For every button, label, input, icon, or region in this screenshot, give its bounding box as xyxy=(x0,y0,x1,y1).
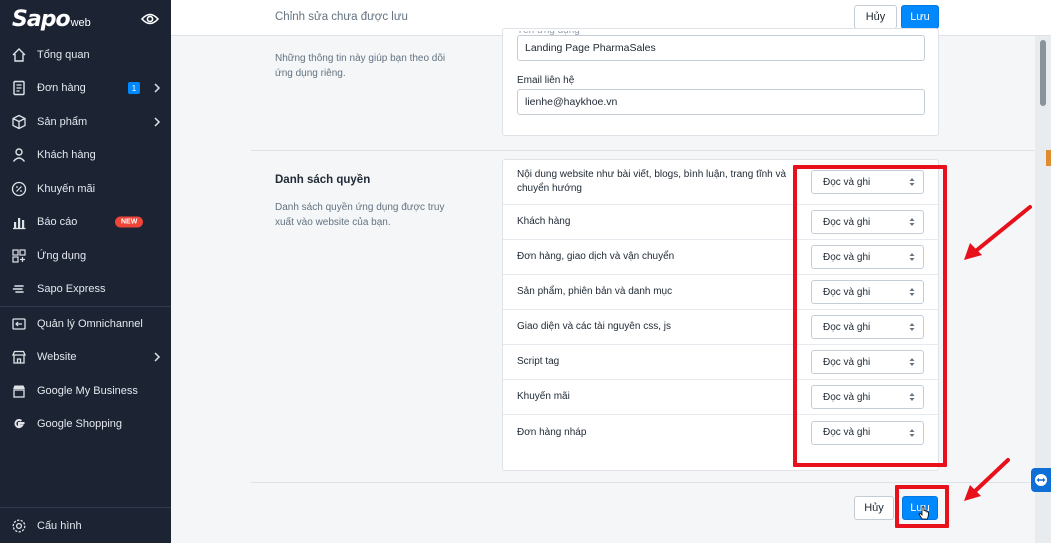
sidebar-item-label: Quản lý Omnichannel xyxy=(37,317,143,330)
sidebar-item-label: Google Shopping xyxy=(37,418,123,431)
permission-label: Giao diện và các tài nguyên css, js xyxy=(517,321,671,332)
annotation-box-permissions xyxy=(793,165,947,467)
scrollbar-thumb[interactable] xyxy=(1040,40,1046,106)
sidebar-item-sapo-express[interactable]: Sapo Express xyxy=(0,273,171,307)
email-label: Email liên hệ xyxy=(517,75,575,86)
logo-subtext: web xyxy=(70,16,91,29)
order-count-badge: 1 xyxy=(128,82,140,95)
sidebar-item-label: Cấu hình xyxy=(37,519,82,532)
chevron-right-icon xyxy=(154,117,161,127)
sidebar-item-promotions[interactable]: Khuyến mãi xyxy=(0,172,171,206)
permissions-description: Danh sách quyền ứng dụng được truy xuất … xyxy=(275,202,445,228)
top-save-button[interactable]: Lưu xyxy=(901,5,939,29)
sidebar-item-products[interactable]: Sản phẩm xyxy=(0,105,171,139)
eye-icon[interactable] xyxy=(141,12,159,26)
sidebar-item-label: Google My Business xyxy=(37,384,138,397)
permissions-title: Danh sách quyền xyxy=(275,174,371,186)
box-icon xyxy=(10,113,28,131)
logo-text: Sapo xyxy=(12,6,71,32)
home-icon xyxy=(10,46,28,64)
edge-marker xyxy=(1046,150,1051,166)
sidebar-item-website[interactable]: Website xyxy=(0,341,171,375)
sidebar-item-label: Tổng quan xyxy=(37,48,90,61)
chart-icon xyxy=(10,213,28,231)
permission-label: Khách hàng xyxy=(517,216,571,227)
permission-label: Sản phẩm, phiên bản và danh mục xyxy=(517,286,673,297)
sidebar-item-label: Website xyxy=(37,351,77,364)
section-divider xyxy=(251,150,1036,151)
sidebar-item-label: Sản phẩm xyxy=(37,115,88,128)
app-name-input[interactable]: Landing Page PharmaSales xyxy=(517,35,925,61)
scrollbar-track[interactable] xyxy=(1035,36,1051,543)
sidebar-item-label: Báo cáo xyxy=(37,216,78,229)
sidebar-item-label: Ứng dụng xyxy=(37,249,87,262)
logo-row: Sapo web xyxy=(0,0,171,38)
gear-icon xyxy=(10,517,28,535)
sidebar-item-google-my-business[interactable]: Google My Business xyxy=(0,374,171,408)
sidebar-item-orders[interactable]: Đơn hàng 1 xyxy=(0,72,171,106)
sidebar-item-google-shopping[interactable]: Google Shopping xyxy=(0,408,171,442)
permission-label: Khuyến mãi xyxy=(517,391,570,402)
google-icon xyxy=(10,415,28,433)
sidebar-item-label: Khuyến mãi xyxy=(37,182,96,195)
permission-label: Script tag xyxy=(517,356,560,367)
percent-icon xyxy=(10,180,28,198)
new-badge: NEW xyxy=(115,216,144,228)
chevron-right-icon xyxy=(154,352,161,362)
permission-label: Đơn hàng nháp xyxy=(517,426,587,438)
omnichannel-icon xyxy=(10,315,28,333)
sidebar-item-omnichannel[interactable]: Quản lý Omnichannel xyxy=(0,307,171,341)
gmb-icon xyxy=(10,382,28,400)
bottom-cancel-button[interactable]: Hủy xyxy=(854,496,894,520)
chevron-right-icon xyxy=(154,83,161,93)
permission-label: Nội dung website như bài viết, blogs, bì… xyxy=(517,169,787,194)
sapo-logo[interactable]: Sapo web xyxy=(12,7,91,32)
section-divider xyxy=(251,482,1036,483)
sidebar-item-label: Sapo Express xyxy=(37,283,106,296)
teamviewer-icon[interactable] xyxy=(1031,468,1051,492)
app-info-description: Những thông tin này giúp bạn theo dõi ứn… xyxy=(275,53,446,79)
permission-label: Đơn hàng, giao dịch và vận chuyển xyxy=(517,251,675,262)
store-icon xyxy=(10,348,28,366)
annotation-arrow-icon xyxy=(964,458,1010,501)
sidebar-item-reports[interactable]: Báo cáo NEW xyxy=(0,206,171,240)
top-cancel-button[interactable]: Hủy xyxy=(854,5,897,29)
sidebar-nav: Tổng quan Đơn hàng 1 Sản phẩm Khách hàng… xyxy=(0,38,171,441)
sidebar-item-label: Đơn hàng xyxy=(37,82,86,95)
sidebar-item-overview[interactable]: Tổng quan xyxy=(0,38,171,72)
user-icon xyxy=(10,146,28,164)
sidebar-item-label: Khách hàng xyxy=(37,149,96,162)
annotation-box-save xyxy=(895,485,949,528)
sidebar: Sapo web Tổng quan Đơn hàng 1 Sản phẩm K… xyxy=(0,0,171,543)
unsaved-changes-title: Chỉnh sửa chưa được lưu xyxy=(275,11,408,23)
sidebar-item-apps[interactable]: Ứng dụng xyxy=(0,239,171,273)
annotation-arrow-icon xyxy=(964,205,1032,260)
order-icon xyxy=(10,79,28,97)
email-input[interactable]: lienhe@haykhoe.vn xyxy=(517,89,925,115)
app-info-card: Tên ứng dụng Landing Page PharmaSales Em… xyxy=(502,28,939,136)
apps-icon xyxy=(10,247,28,265)
express-icon xyxy=(10,280,28,298)
sidebar-item-customers[interactable]: Khách hàng xyxy=(0,139,171,173)
sidebar-item-settings[interactable]: Cấu hình xyxy=(0,507,171,543)
